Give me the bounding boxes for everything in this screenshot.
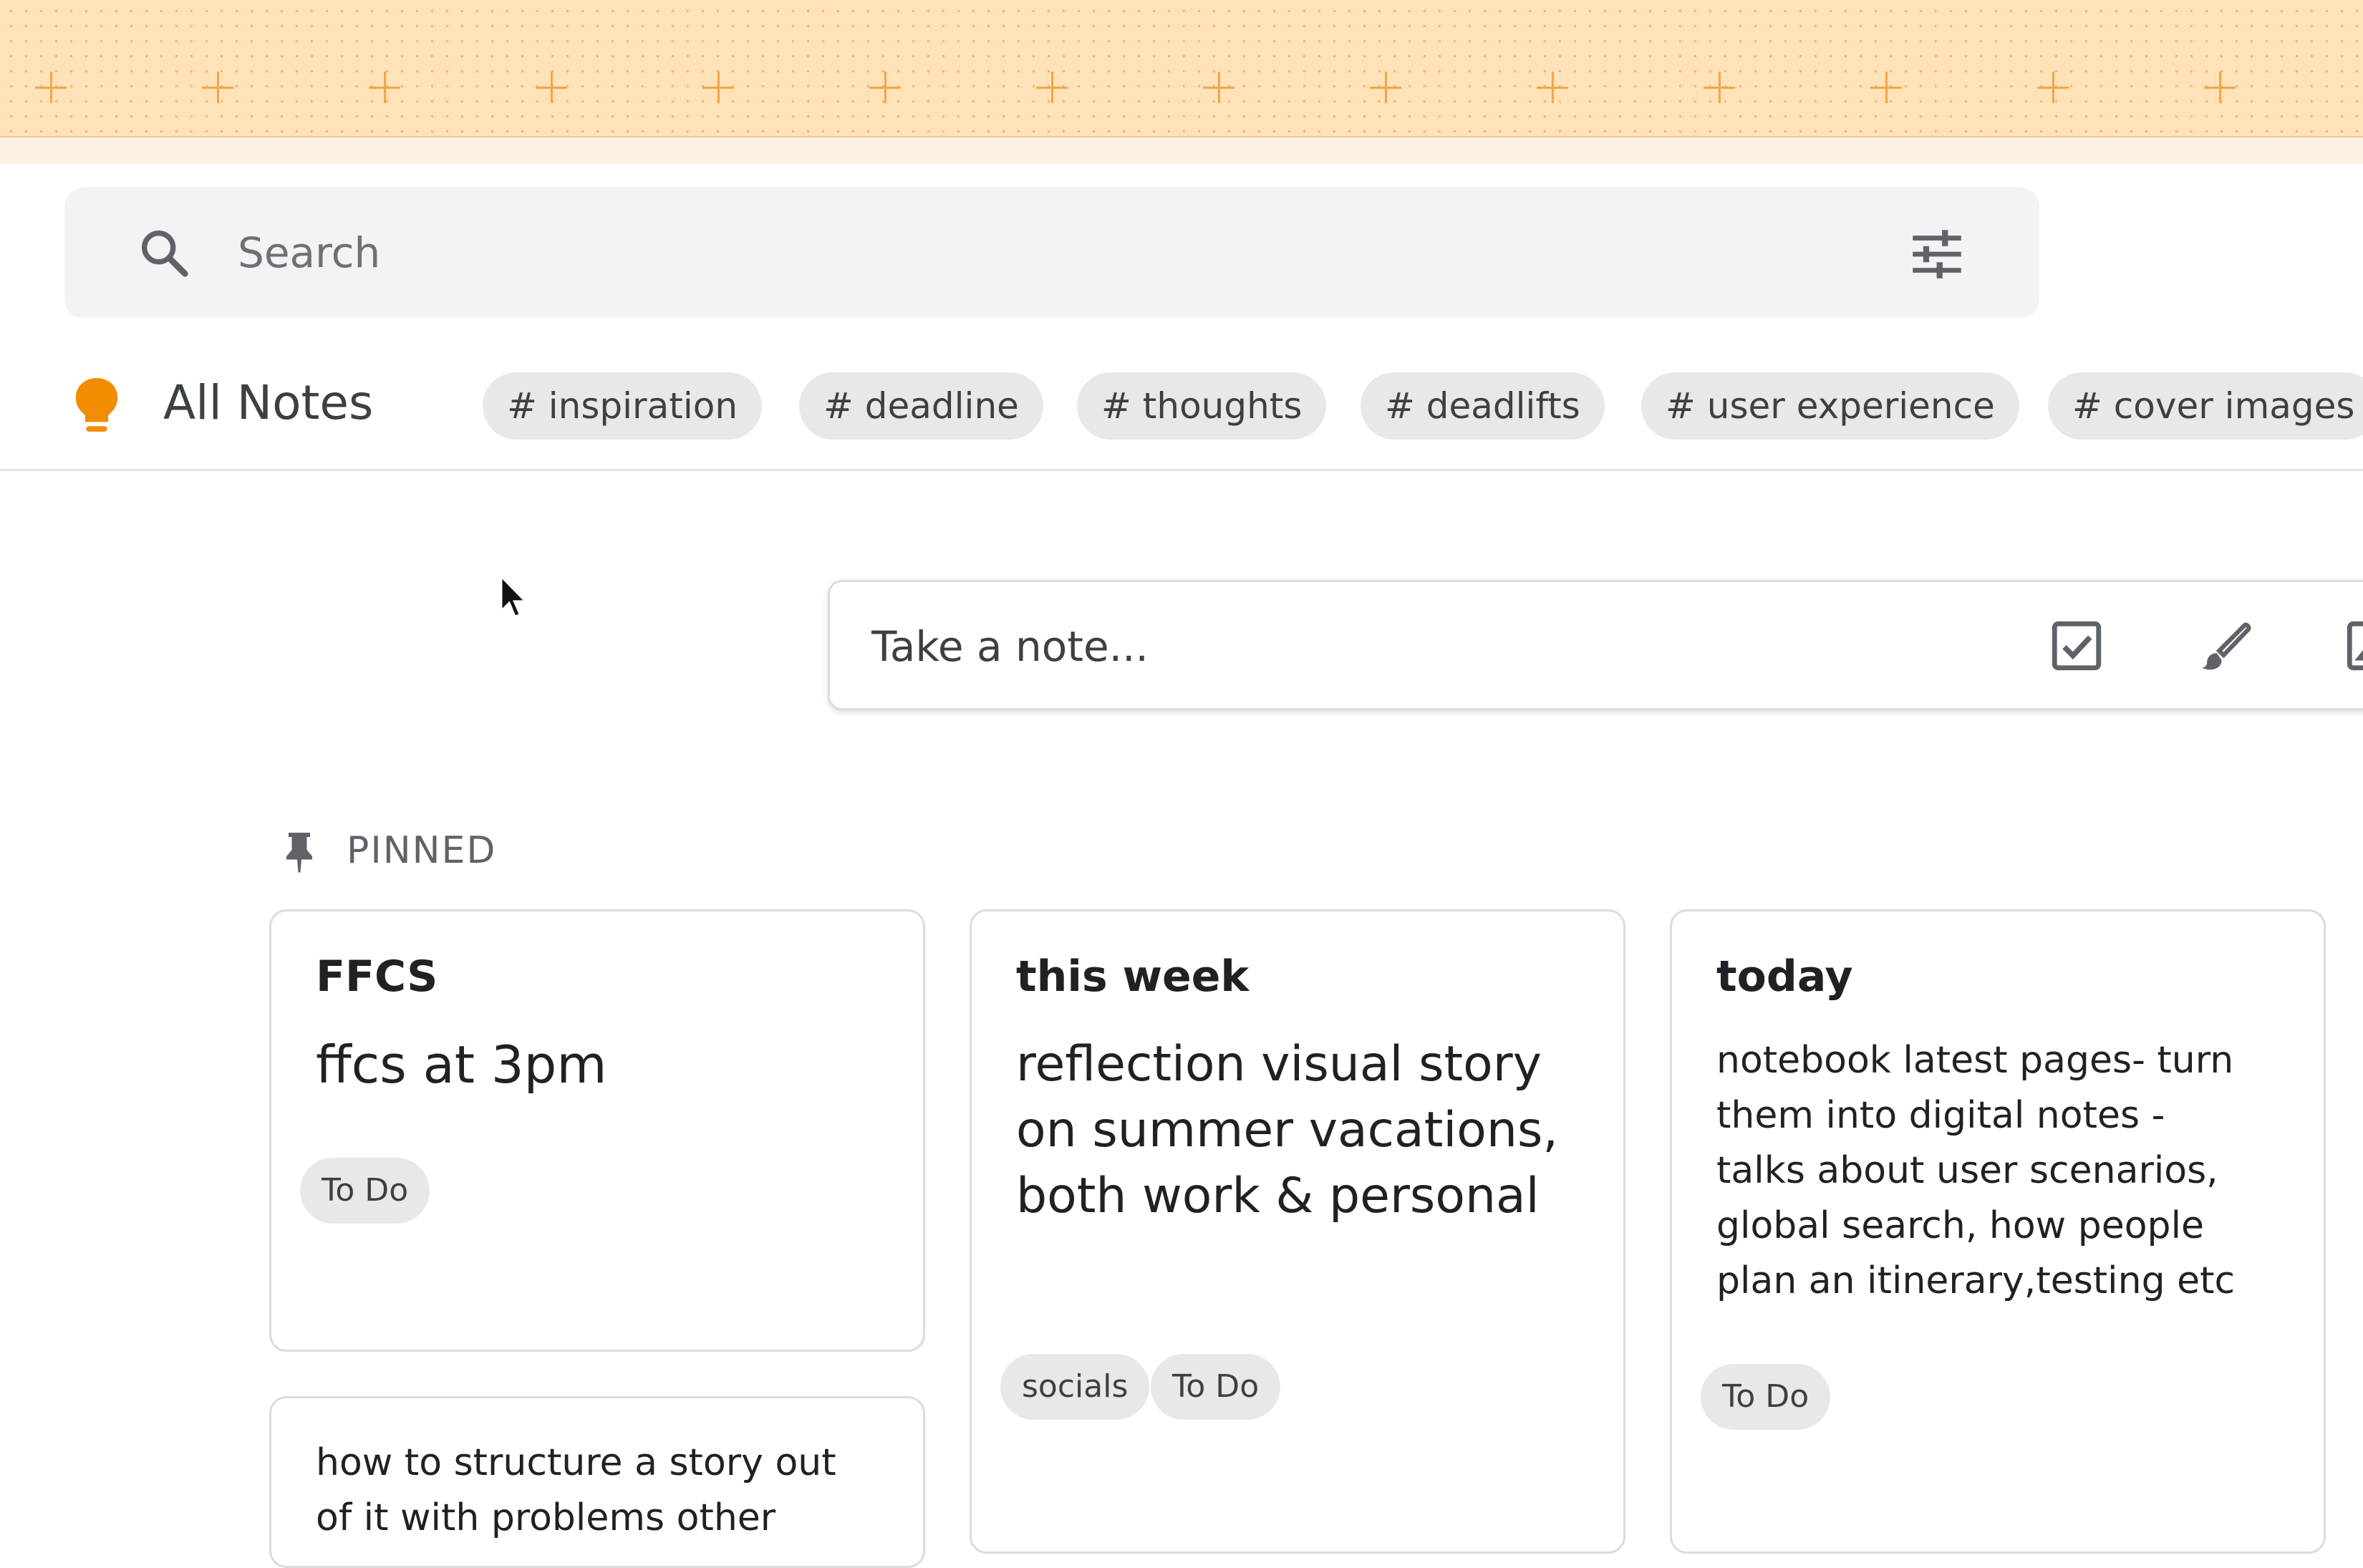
note-label-to-do[interactable]: To Do [1151, 1354, 1281, 1420]
note-card-ffcs[interactable]: FFCS ffcs at 3pm To Do [269, 909, 925, 1352]
pinned-label: PINNED [347, 829, 497, 872]
take-note-input[interactable] [870, 611, 1944, 682]
tag-chip-deadlifts[interactable]: # deadlifts [1361, 372, 1605, 440]
tag-chip-user-experience[interactable]: # user experience [1641, 372, 2019, 440]
note-label-to-do[interactable]: To Do [1701, 1364, 1831, 1430]
note-card-story-structure[interactable]: how to structure a story out of it with … [269, 1396, 925, 1568]
note-body-line: them into digital notes - [1716, 1094, 2165, 1137]
sparkle-icon [1704, 72, 1735, 103]
search-icon[interactable] [136, 225, 193, 282]
search-bar[interactable] [64, 188, 2039, 318]
image-icon[interactable] [2342, 616, 2363, 675]
note-label-socials[interactable]: socials [1000, 1354, 1150, 1420]
tune-sliders-icon[interactable] [1905, 222, 1969, 286]
note-body-line: on summer vacations, [1016, 1102, 1558, 1158]
note-body-line: global search, how people [1716, 1204, 2205, 1247]
note-body: reflection visual story on summer vacati… [1016, 1032, 1558, 1229]
sparkle-icon [536, 72, 567, 103]
checkbox-icon[interactable] [2047, 616, 2106, 675]
tag-chip-thoughts[interactable]: # thoughts [1077, 372, 1327, 440]
note-body-line: talks about user scenarios, [1716, 1149, 2218, 1192]
note-body-line: reflection visual story [1016, 1036, 1542, 1093]
note-body-line: how to structure a story out [316, 1441, 836, 1484]
note-body: how to structure a story out of it with … [316, 1436, 836, 1546]
mouse-pointer-icon [500, 574, 527, 619]
note-card-this-week[interactable]: this week reflection visual story on sum… [970, 909, 1625, 1554]
note-body: notebook latest pages- turn them into di… [1716, 1033, 2235, 1309]
sparkle-icon [35, 72, 67, 103]
sparkle-icon [1537, 72, 1568, 103]
banner-strip [0, 137, 2363, 163]
sparkle-icon [1203, 72, 1234, 103]
note-body: ffcs at 3pm [316, 1035, 607, 1095]
note-title: this week [1016, 952, 1250, 1002]
page-title[interactable]: All Notes [163, 375, 373, 430]
brush-icon[interactable] [2195, 616, 2253, 675]
search-input[interactable] [236, 213, 1812, 292]
sparkle-icon [1870, 72, 1902, 103]
note-label-to-do[interactable]: To Do [300, 1158, 430, 1224]
note-title: today [1716, 952, 1853, 1002]
note-title: FFCS [316, 952, 438, 1002]
sparkle-icon [369, 72, 400, 103]
note-body-line: both work & personal [1016, 1168, 1540, 1224]
note-body-line: of it with problems other [316, 1496, 776, 1539]
sparkle-icon [1036, 72, 1068, 103]
sparkle-icon [702, 72, 734, 103]
sparkle-icon [2037, 72, 2069, 103]
tag-filter-row: All Notes # inspiration # deadline # tho… [0, 358, 2363, 471]
sparkle-icon [1370, 72, 1401, 103]
lightbulb-icon [75, 378, 118, 432]
note-card-today[interactable]: today notebook latest pages- turn them i… [1670, 909, 2326, 1554]
note-body-line: notebook latest pages- turn [1716, 1039, 2234, 1082]
tag-chip-deadline[interactable]: # deadline [799, 372, 1043, 440]
tag-chip-inspiration[interactable]: # inspiration [483, 372, 763, 440]
decorative-banner [0, 0, 2363, 137]
sparkle-icon [869, 72, 901, 103]
sparkle-icon [202, 72, 233, 103]
take-note-bar[interactable] [828, 580, 2363, 710]
tag-chip-cover-images[interactable]: # cover images [2048, 372, 2363, 440]
pin-icon [286, 833, 312, 873]
note-body-line: plan an itinerary,testing etc [1716, 1259, 2236, 1302]
sparkle-icon [2204, 72, 2236, 103]
